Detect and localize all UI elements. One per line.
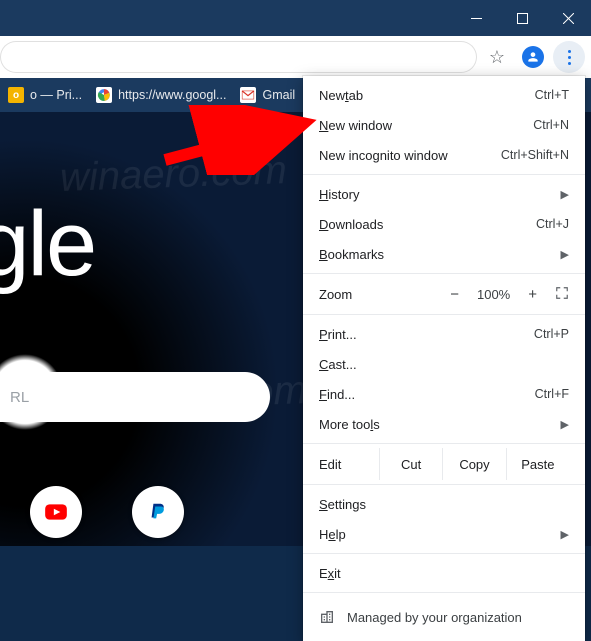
google-logo: oogle (0, 192, 95, 297)
menu-zoom: Zoom − 100% + (303, 278, 585, 310)
favicon-icon (96, 87, 112, 103)
menu-exit[interactable]: Exit (303, 558, 585, 588)
chevron-right-icon: ▶ (561, 418, 569, 431)
toolbar: ☆ (0, 36, 591, 78)
address-bar[interactable] (0, 41, 477, 73)
menu-managed-by-org[interactable]: Managed by your organization (303, 597, 585, 637)
chrome-menu: New tab Ctrl+T New window Ctrl+N New inc… (303, 76, 585, 641)
menu-help[interactable]: Help ▶ (303, 519, 585, 549)
building-icon (319, 609, 335, 625)
chevron-right-icon: ▶ (561, 248, 569, 261)
bookmark-label: https://www.googl... (118, 88, 226, 102)
profile-button[interactable] (517, 41, 549, 73)
edit-paste-button[interactable]: Paste (506, 448, 569, 480)
chevron-right-icon: ▶ (561, 528, 569, 541)
menu-edit-row: Edit Cut Copy Paste (303, 448, 585, 480)
menu-separator (303, 174, 585, 175)
bookmark-label: Gmail (262, 88, 295, 102)
menu-new-window[interactable]: New window Ctrl+N (303, 110, 585, 140)
chrome-menu-button[interactable] (553, 41, 585, 73)
zoom-out-button[interactable]: − (446, 286, 463, 303)
favicon-icon: o (8, 87, 24, 103)
menu-separator (303, 314, 585, 315)
menu-separator (303, 273, 585, 274)
menu-separator (303, 553, 585, 554)
shortcut-paypal[interactable] (132, 486, 184, 538)
close-button[interactable] (545, 0, 591, 36)
menu-downloads[interactable]: Downloads Ctrl+J (303, 209, 585, 239)
zoom-value: 100% (477, 287, 510, 302)
menu-find[interactable]: Find... Ctrl+F (303, 379, 585, 409)
menu-history[interactable]: History ▶ (303, 179, 585, 209)
shortcut-row (30, 486, 184, 538)
chevron-right-icon: ▶ (561, 188, 569, 201)
menu-more-tools[interactable]: More tools ▶ (303, 409, 585, 439)
fullscreen-button[interactable] (555, 286, 569, 303)
bookmark-item[interactable]: o o — Pri... (8, 87, 82, 103)
zoom-in-button[interactable]: + (524, 286, 541, 303)
menu-separator (303, 484, 585, 485)
menu-print[interactable]: Print... Ctrl+P (303, 319, 585, 349)
managed-label: Managed by your organization (347, 610, 522, 625)
search-box[interactable]: RL (0, 372, 270, 422)
menu-bookmarks[interactable]: Bookmarks ▶ (303, 239, 585, 269)
bookmark-star-icon[interactable]: ☆ (481, 41, 513, 73)
shortcut-youtube[interactable] (30, 486, 82, 538)
menu-settings[interactable]: Settings (303, 489, 585, 519)
minimize-button[interactable] (453, 0, 499, 36)
menu-separator (303, 443, 585, 444)
edit-cut-button[interactable]: Cut (379, 448, 442, 480)
bookmark-label: o — Pri... (30, 88, 82, 102)
menu-new-tab[interactable]: New tab Ctrl+T (303, 80, 585, 110)
window-titlebar (0, 0, 591, 36)
maximize-button[interactable] (499, 0, 545, 36)
edit-copy-button[interactable]: Copy (442, 448, 505, 480)
bookmark-item[interactable]: Gmail (240, 87, 295, 103)
menu-separator (303, 592, 585, 593)
gmail-icon (240, 87, 256, 103)
bookmark-item[interactable]: https://www.googl... (96, 87, 226, 103)
menu-new-incognito[interactable]: New incognito window Ctrl+Shift+N (303, 140, 585, 170)
menu-cast[interactable]: Cast... (303, 349, 585, 379)
